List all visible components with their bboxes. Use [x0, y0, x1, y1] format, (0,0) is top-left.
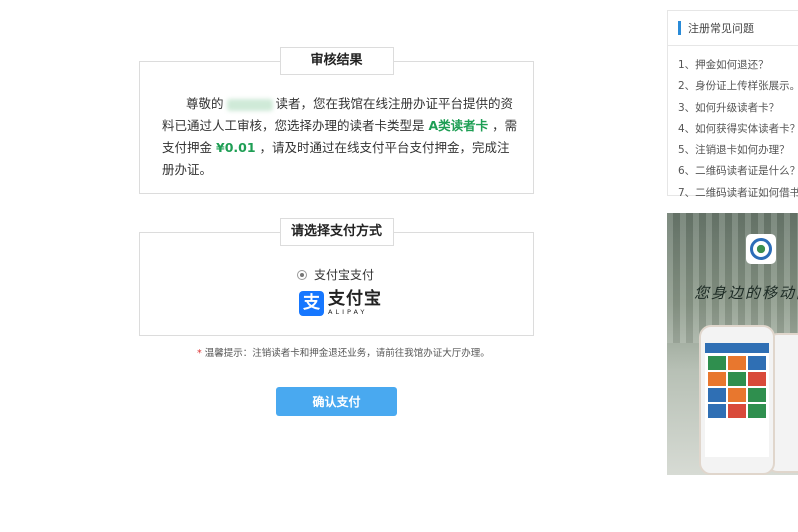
- mobile-library-promo-banner[interactable]: 您身边的移动图: [667, 213, 798, 475]
- faq-item[interactable]: 2、身份证上传样张展示。: [668, 76, 798, 97]
- alipay-option-label: 支付宝支付: [314, 268, 375, 282]
- review-message: 尊敬的 读者，您在我馆在线注册办证平台提供的资料已通过人工审核，您选择办理的读者卡…: [162, 93, 518, 181]
- promo-slogan: 您身边的移动图: [694, 284, 798, 302]
- deposit-amount: ¥0.01: [216, 140, 256, 155]
- alipay-logo[interactable]: 支 支付宝 ALIPAY: [299, 290, 382, 316]
- faq-item[interactable]: 7、二维码读者证如何借书: [668, 183, 798, 204]
- faq-item[interactable]: 3、如何升级读者卡？: [668, 98, 798, 119]
- redacted-reader-name: [226, 98, 273, 111]
- warm-notice: * 温馨提示：注销读者卡和押金退还业务，请前往我馆办证大厅办理。: [197, 345, 490, 359]
- faq-panel: 注册常见问题 1、押金如何退还？ 2、身份证上传样张展示。 3、如何升级读者卡？…: [667, 10, 798, 199]
- review-result-title: 审核结果: [279, 47, 394, 75]
- phone-screen: [705, 343, 769, 457]
- payment-method-panel: 请选择支付方式 支付宝支付 支 支付宝 ALIPAY: [139, 218, 534, 336]
- required-star: *: [197, 348, 202, 359]
- alipay-option[interactable]: 支付宝支付: [297, 266, 374, 283]
- alipay-logo-en: ALIPAY: [328, 308, 368, 316]
- payment-method-title: 请选择支付方式: [279, 218, 394, 246]
- alipay-radio[interactable]: [297, 269, 307, 280]
- faq-accent-bar: [678, 21, 681, 35]
- confirm-payment-button[interactable]: 确认支付: [276, 387, 397, 416]
- review-text-part3: ，请及时通过在线支付平台支付押金，完成注册办证。: [162, 140, 510, 177]
- library-logo-icon: [746, 234, 776, 264]
- faq-item[interactable]: 4、如何获得实体读者卡？: [668, 119, 798, 140]
- faq-item[interactable]: 6、二维码读者证是什么？: [668, 161, 798, 182]
- review-result-panel: 审核结果 尊敬的 读者，您在我馆在线注册办证平台提供的资料已通过人工审核，您选择办…: [139, 47, 534, 194]
- faq-item[interactable]: 5、注销退卡如何办理？: [668, 140, 798, 161]
- faq-item[interactable]: 1、押金如何退还？: [668, 55, 798, 76]
- phone-mockup-front: [699, 325, 775, 475]
- page: 审核结果 尊敬的 读者，您在我馆在线注册办证平台提供的资料已通过人工审核，您选择办…: [0, 0, 798, 532]
- greeting-prefix: 尊敬的: [186, 96, 224, 111]
- faq-list: 1、押金如何退还？ 2、身份证上传样张展示。 3、如何升级读者卡？ 4、如何获得…: [668, 46, 798, 204]
- faq-header: 注册常见问题: [668, 11, 798, 46]
- notice-text: 温馨提示：注销读者卡和押金退还业务，请前往我馆办证大厅办理。: [204, 348, 490, 359]
- alipay-icon: 支: [299, 290, 324, 316]
- faq-title: 注册常见问题: [688, 22, 754, 35]
- alipay-logo-cn: 支付宝: [328, 289, 382, 309]
- bookshelf-background: [667, 213, 798, 343]
- card-type: A类读者卡: [428, 118, 489, 133]
